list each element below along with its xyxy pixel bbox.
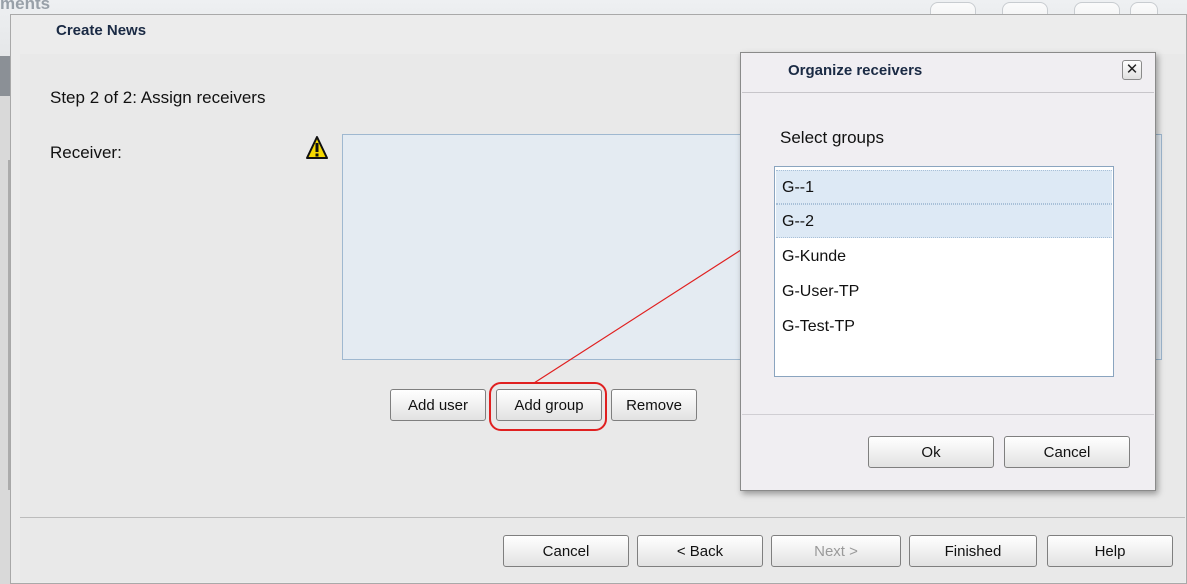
help-button[interactable]: Help: [1047, 535, 1173, 567]
popup-close-icon[interactable]: ✕: [1122, 60, 1142, 80]
back-button[interactable]: < Back: [637, 535, 763, 567]
warning-icon: [306, 136, 328, 159]
background-breadcrumb: ments: [0, 0, 51, 13]
background-left-tab: [0, 56, 10, 96]
next-button[interactable]: Next >: [771, 535, 901, 567]
popup-button-divider: [742, 414, 1154, 415]
popup-cancel-button[interactable]: Cancel: [1004, 436, 1130, 468]
remove-button[interactable]: Remove: [611, 389, 697, 421]
cancel-button[interactable]: Cancel: [503, 535, 629, 567]
group-item[interactable]: G-User-TP: [776, 275, 1112, 309]
dialog-title: Create News: [56, 22, 147, 39]
ok-button[interactable]: Ok: [868, 436, 994, 468]
group-list[interactable]: G--1 G--2 G-Kunde G-User-TP G-Test-TP: [774, 166, 1114, 377]
group-item[interactable]: G--2: [776, 204, 1112, 238]
popup-title: Organize receivers: [788, 62, 923, 79]
select-groups-label: Select groups: [780, 128, 884, 147]
group-item[interactable]: G-Kunde: [776, 240, 1112, 274]
receiver-label: Receiver:: [50, 143, 122, 162]
finished-button[interactable]: Finished: [909, 535, 1037, 567]
group-item[interactable]: G--1: [776, 170, 1112, 204]
add-group-highlight-annotation: [489, 382, 607, 431]
group-item[interactable]: G-Test-TP: [776, 310, 1112, 344]
popup-divider: [742, 92, 1154, 93]
add-user-button[interactable]: Add user: [390, 389, 486, 421]
step-title: Step 2 of 2: Assign receivers: [50, 88, 266, 107]
